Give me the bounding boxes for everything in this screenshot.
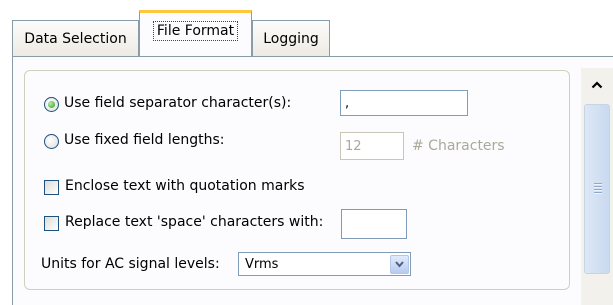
radio-selected-dot	[48, 101, 55, 108]
units-select[interactable]: Vrms	[238, 252, 411, 276]
separator-input[interactable]: ,	[340, 90, 468, 116]
units-label: Units for AC signal levels:	[41, 256, 220, 272]
separator-label: Use field separator character(s):	[64, 95, 292, 111]
chevron-down-icon[interactable]	[390, 254, 409, 274]
fixed-length-input[interactable]: 12	[340, 132, 404, 160]
fixed-length-radio[interactable]	[44, 134, 59, 149]
scroll-grip-line	[594, 189, 602, 190]
tab-data-selection-label: Data Selection	[24, 31, 127, 47]
characters-unit-label: # Characters	[412, 138, 505, 154]
file-format-dialog: Data Selection File Format Logging Use f…	[0, 0, 613, 305]
enclose-quotes-checkbox[interactable]	[44, 180, 59, 195]
fixed-length-label: Use fixed field lengths:	[64, 132, 225, 148]
chevron-up-icon	[591, 81, 603, 89]
scroll-grip-line	[594, 186, 602, 187]
separator-radio[interactable]	[44, 97, 59, 112]
scroll-grip-line	[594, 183, 602, 184]
enclose-quotes-label: Enclose text with quotation marks	[65, 178, 305, 194]
tab-file-format-label: File Format	[152, 20, 239, 41]
scroll-grip-line	[594, 192, 602, 193]
units-select-value: Vrms	[245, 256, 279, 272]
replace-space-checkbox[interactable]	[44, 216, 59, 231]
scroll-up-button[interactable]	[581, 68, 613, 102]
scroll-thumb[interactable]	[584, 104, 610, 274]
replace-space-input[interactable]	[341, 209, 407, 239]
tab-data-selection[interactable]: Data Selection	[12, 20, 139, 57]
tab-logging-label: Logging	[263, 31, 319, 47]
replace-space-label: Replace text 'space' characters with:	[65, 214, 324, 230]
vertical-scrollbar[interactable]	[581, 68, 613, 305]
tab-file-format[interactable]: File Format	[139, 10, 252, 56]
tab-logging[interactable]: Logging	[252, 20, 330, 57]
